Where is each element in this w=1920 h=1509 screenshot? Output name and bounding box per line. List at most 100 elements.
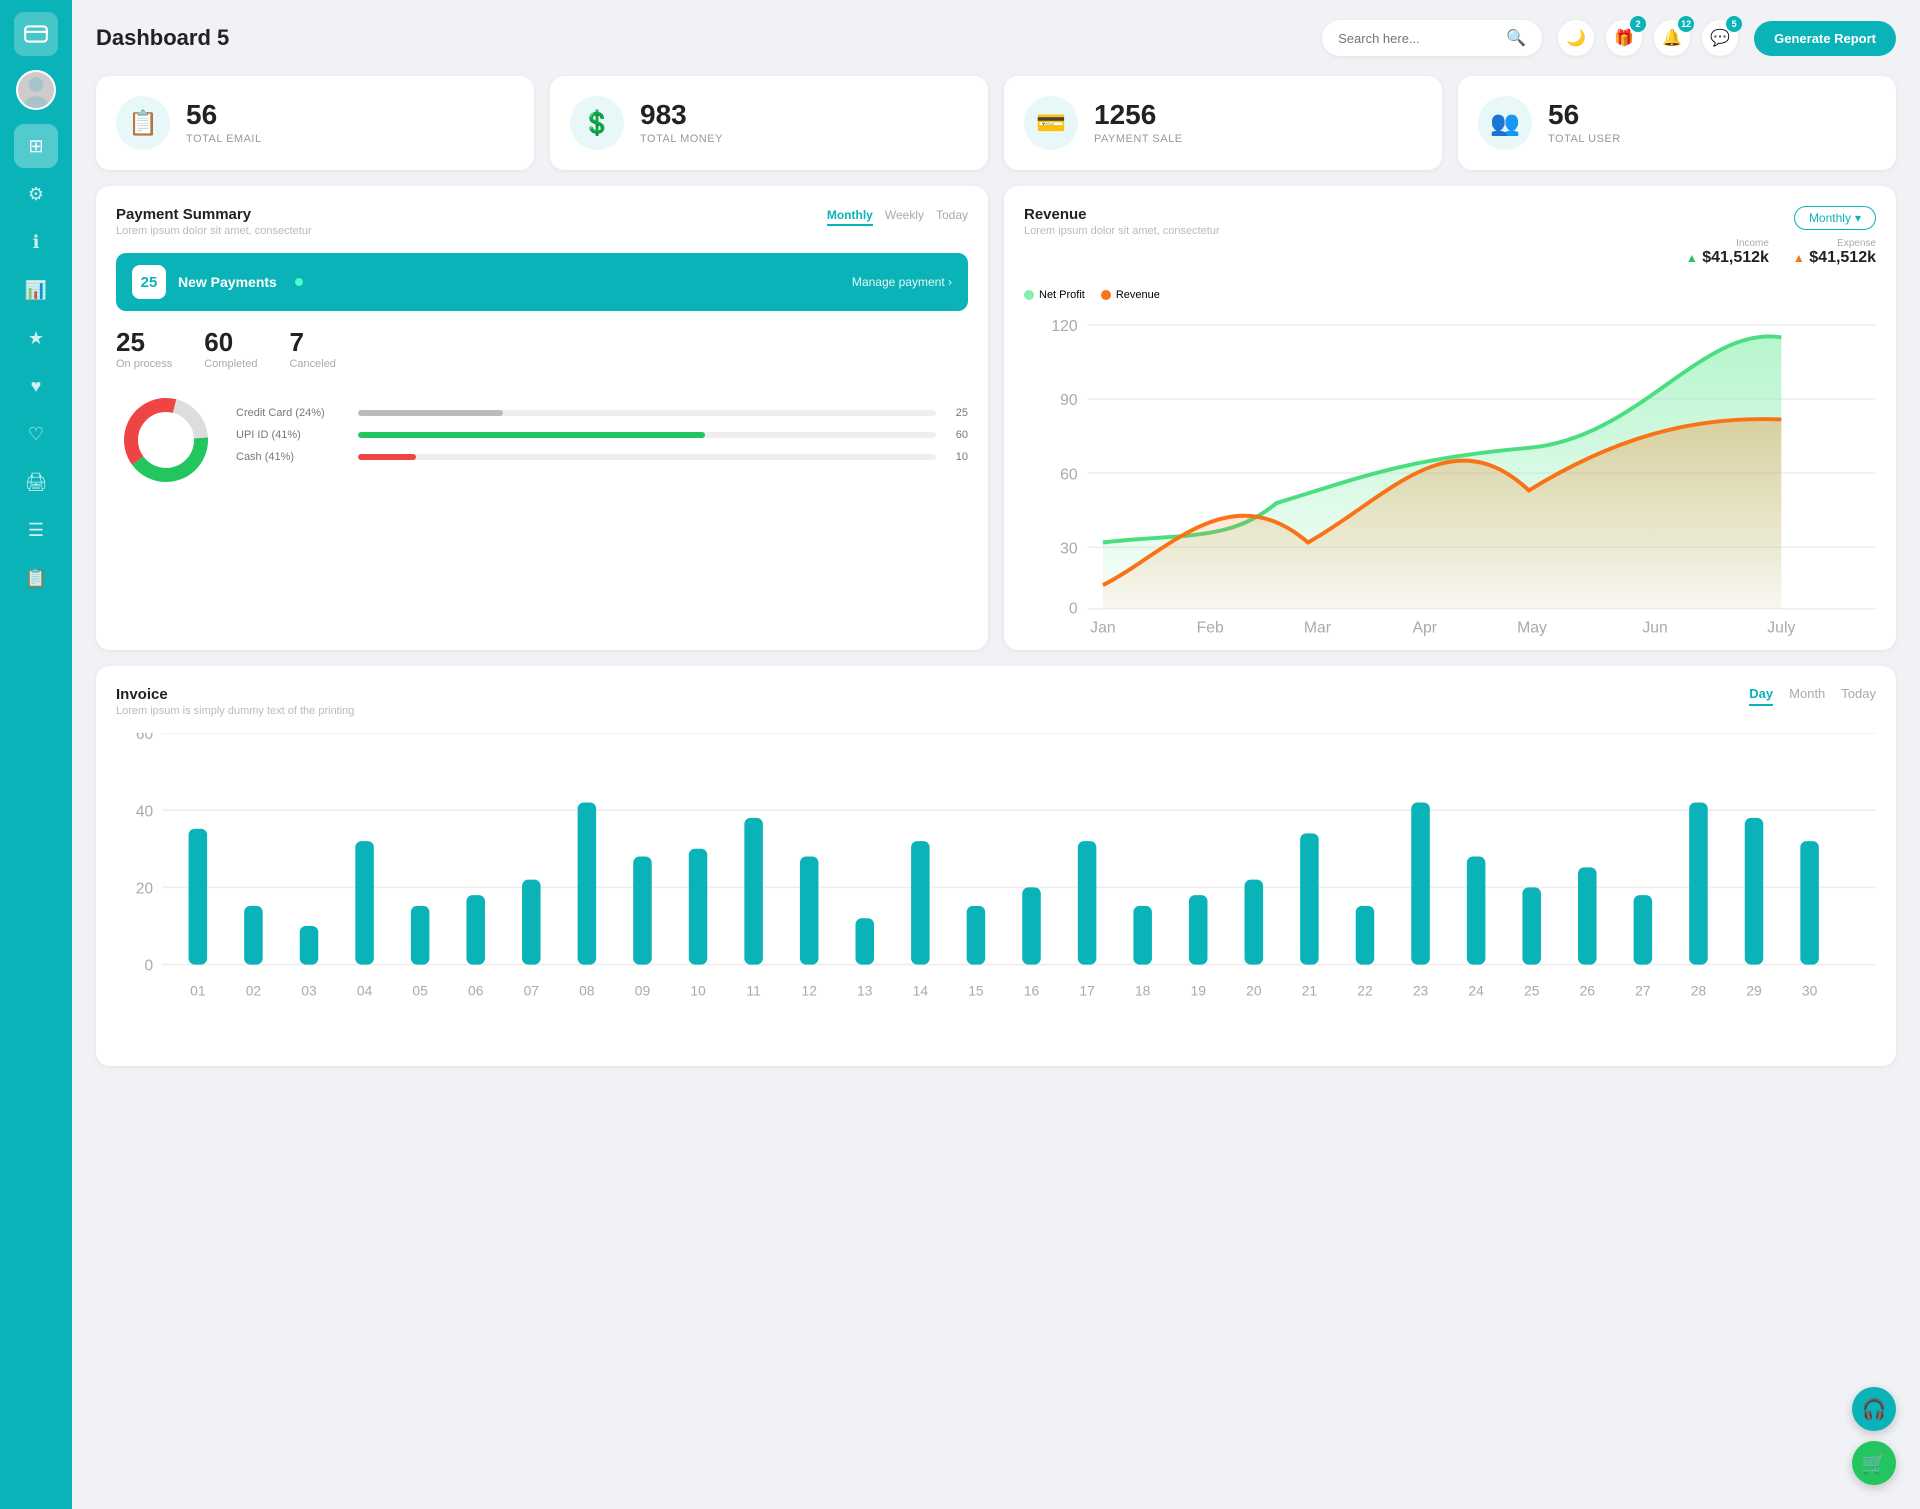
svg-text:08: 08 (579, 982, 595, 998)
revenue-header: Revenue Lorem ipsum dolor sit amet, cons… (1024, 206, 1876, 279)
creditcard-value: 25 (948, 407, 968, 419)
net-profit-label: Net Profit (1039, 289, 1085, 301)
canceled-label: Canceled (289, 358, 335, 370)
legend-net-profit: Net Profit (1024, 289, 1085, 301)
theme-toggle[interactable]: 🌙 (1558, 20, 1594, 56)
sidebar-item-heart[interactable]: ♥ (14, 364, 58, 408)
svg-text:05: 05 (412, 982, 428, 998)
stat-card-user: 👥 56 TOTAL USER (1458, 76, 1896, 170)
sidebar-item-info[interactable]: ℹ (14, 220, 58, 264)
svg-text:12: 12 (801, 982, 817, 998)
progress-creditcard: Credit Card (24%) 25 (236, 407, 968, 419)
sidebar-item-list[interactable]: 📋 (14, 556, 58, 600)
gift-icon-btn[interactable]: 🎁 2 (1606, 20, 1642, 56)
svg-text:26: 26 (1580, 982, 1596, 998)
user-label: TOTAL USER (1548, 133, 1621, 145)
upi-bar-fill (358, 432, 705, 438)
chat-badge: 5 (1726, 16, 1742, 32)
bell-badge: 12 (1678, 16, 1694, 32)
creditcard-bar-fill (358, 410, 503, 416)
creditcard-bar-bg (358, 410, 936, 416)
cash-bar-bg (358, 454, 936, 460)
sidebar-item-star[interactable]: ★ (14, 316, 58, 360)
new-payments-label: New Payments (178, 274, 277, 290)
revenue-title: Revenue (1024, 206, 1220, 223)
expense-value: $41,512k (1809, 249, 1876, 266)
sidebar-item-dashboard[interactable]: ⊞ (14, 124, 58, 168)
cash-value: 10 (948, 451, 968, 463)
user-number: 56 (1548, 101, 1621, 129)
invoice-tab-today[interactable]: Today (1841, 686, 1876, 706)
bell-icon-btn[interactable]: 🔔 12 (1654, 20, 1690, 56)
svg-text:90: 90 (1060, 392, 1078, 409)
revenue-card: Revenue Lorem ipsum dolor sit amet, cons… (1004, 186, 1896, 650)
stat-card-money: 💲 983 TOTAL MONEY (550, 76, 988, 170)
email-number: 56 (186, 101, 262, 129)
svg-text:30: 30 (1060, 541, 1078, 558)
stat-card-email: 📋 56 TOTAL EMAIL (96, 76, 534, 170)
svg-text:23: 23 (1413, 982, 1429, 998)
on-process-label: On process (116, 358, 172, 370)
sidebar-item-chart[interactable]: 📊 (14, 268, 58, 312)
payment-bottom: Credit Card (24%) 25 UPI ID (41%) 60 (116, 390, 968, 490)
payment-summary-title: Payment Summary (116, 206, 312, 223)
income-icon: ▲ (1686, 251, 1698, 265)
svg-text:Jan: Jan (1090, 619, 1115, 636)
tab-monthly[interactable]: Monthly (827, 206, 873, 226)
income-label: Income (1686, 238, 1769, 249)
search-input[interactable] (1338, 31, 1498, 46)
svg-text:20: 20 (136, 880, 153, 897)
sidebar: ⊞ ⚙ ℹ 📊 ★ ♥ ♡ 🖨 ☰ 📋 (0, 0, 72, 1509)
svg-text:May: May (1517, 619, 1547, 636)
tab-today[interactable]: Today (936, 206, 968, 226)
sidebar-item-settings[interactable]: ⚙ (14, 172, 58, 216)
net-profit-dot (1024, 290, 1034, 300)
svg-text:20: 20 (1246, 982, 1262, 998)
svg-text:02: 02 (246, 982, 262, 998)
stats-row: 📋 56 TOTAL EMAIL 💲 983 TOTAL MONEY 💳 125… (96, 76, 1896, 170)
payment-tabs: Monthly Weekly Today (827, 206, 968, 226)
new-payments-badge: 25 (132, 265, 166, 299)
money-icon: 💲 (570, 96, 624, 150)
svg-text:27: 27 (1635, 982, 1651, 998)
svg-text:11: 11 (746, 982, 761, 998)
svg-text:28: 28 (1691, 982, 1707, 998)
fab-headset[interactable]: 🎧 (1852, 1387, 1896, 1431)
user-icon: 👥 (1478, 96, 1532, 150)
svg-text:18: 18 (1135, 982, 1151, 998)
svg-text:0: 0 (1069, 601, 1078, 618)
income-value: $41,512k (1702, 249, 1769, 266)
on-process-number: 25 (116, 327, 172, 358)
payment-summary-header: Payment Summary Lorem ipsum dolor sit am… (116, 206, 968, 237)
canceled-stat: 7 Canceled (289, 327, 335, 370)
svg-text:01: 01 (190, 982, 206, 998)
sidebar-logo[interactable] (14, 12, 58, 56)
generate-report-button[interactable]: Generate Report (1754, 21, 1896, 56)
svg-text:07: 07 (524, 982, 540, 998)
donut-svg (116, 390, 216, 490)
svg-text:22: 22 (1357, 982, 1373, 998)
svg-text:Feb: Feb (1197, 619, 1224, 636)
expense-icon: ▲ (1793, 251, 1805, 265)
chat-icon-btn[interactable]: 💬 5 (1702, 20, 1738, 56)
upi-bar-bg (358, 432, 936, 438)
main-content: Dashboard 5 🔍 🌙 🎁 2 🔔 12 💬 5 Generate Re… (72, 0, 1920, 1509)
manage-payment-link[interactable]: Manage payment › (852, 275, 952, 289)
search-box[interactable]: 🔍 (1322, 20, 1542, 56)
bar-chart-wrap: 60 40 20 0 (116, 733, 1876, 1047)
invoice-tab-day[interactable]: Day (1749, 686, 1773, 706)
user-avatar[interactable] (16, 70, 56, 110)
invoice-tab-month[interactable]: Month (1789, 686, 1825, 706)
revenue-subtitle: Lorem ipsum dolor sit amet, consectetur (1024, 225, 1220, 237)
sidebar-item-heart2[interactable]: ♡ (14, 412, 58, 456)
income-item: Income ▲ $41,512k (1686, 238, 1769, 267)
svg-text:Jun: Jun (1642, 619, 1667, 636)
fab-cart[interactable]: 🛒 (1852, 1441, 1896, 1485)
sidebar-item-menu[interactable]: ☰ (14, 508, 58, 552)
revenue-monthly-btn[interactable]: Monthly ▾ (1794, 206, 1876, 230)
sidebar-item-print[interactable]: 🖨 (14, 460, 58, 504)
payment-stats: 25 On process 60 Completed 7 Canceled (116, 327, 968, 370)
donut-chart (116, 390, 216, 490)
tab-weekly[interactable]: Weekly (885, 206, 924, 226)
svg-text:04: 04 (357, 982, 373, 998)
